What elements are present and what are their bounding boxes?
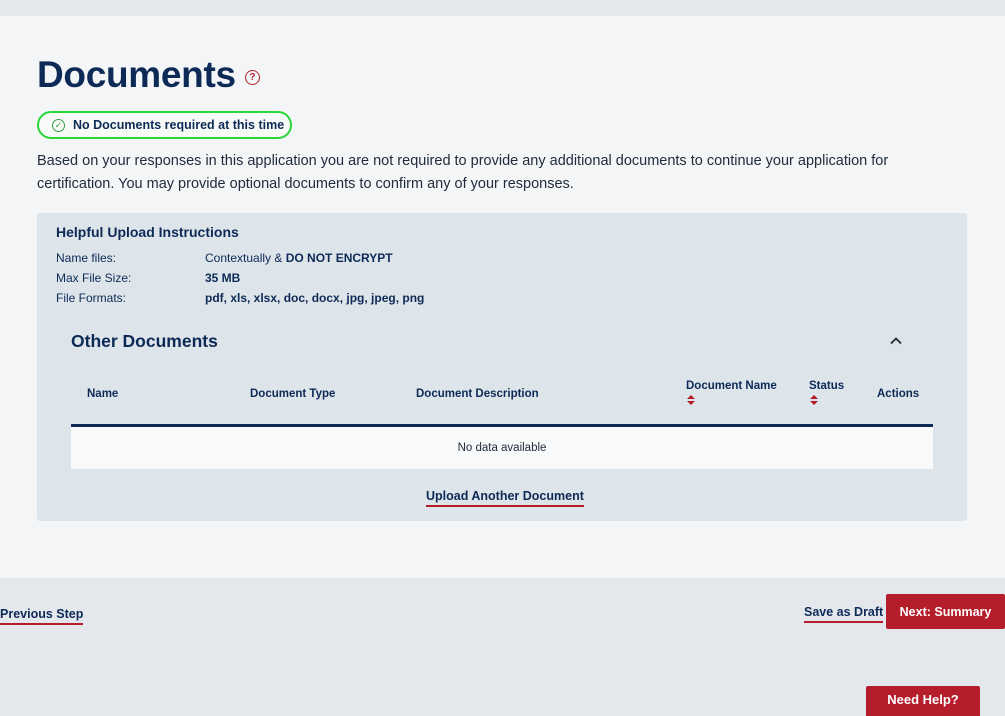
intro-line-1: Based on your responses in this applicat…: [37, 153, 889, 169]
instruction-label: File Formats:: [56, 291, 127, 305]
instruction-value: Contextually &: [205, 251, 286, 265]
instruction-label: Max File Size:: [56, 271, 132, 285]
table-header: Name Document Type Document Description …: [71, 374, 933, 427]
sort-icon[interactable]: [809, 394, 819, 406]
table-empty-state: No data available: [71, 427, 933, 469]
instruction-row-max-size: Max File Size: 35 MB: [56, 271, 240, 285]
upload-instructions: Helpful Upload Instructions Name files: C…: [37, 213, 967, 314]
instruction-row-name-files: Name files: Contextually & DO NOT ENCRYPT: [56, 251, 393, 265]
column-header-document-name-label: Document Name: [686, 380, 777, 392]
help-circle-icon[interactable]: ?: [244, 69, 260, 85]
intro-line-2: certification. You may provide optional …: [37, 176, 574, 192]
previous-step-link[interactable]: Previous Step: [0, 607, 84, 625]
upload-another-document-link[interactable]: Upload Another Document: [426, 489, 584, 507]
column-header-document-name[interactable]: Document Name: [686, 380, 777, 406]
instruction-value-strong: 35 MB: [205, 271, 241, 285]
sort-icon[interactable]: [686, 394, 696, 406]
instruction-value-strong: DO NOT ENCRYPT: [285, 251, 393, 265]
column-header-name[interactable]: Name: [87, 388, 118, 400]
page-title: Documents ?: [37, 54, 260, 96]
empty-state-text: No data available: [457, 442, 547, 454]
column-header-status-label: Status: [809, 380, 845, 392]
need-help-button[interactable]: Need Help?: [866, 686, 980, 716]
next-summary-button[interactable]: Next: Summary: [886, 594, 1005, 629]
status-badge: ✓ No Documents required at this time: [37, 111, 292, 139]
column-header-document-description[interactable]: Document Description: [416, 388, 539, 400]
instruction-row-file-formats: File Formats: pdf, xls, xlsx, doc, docx, …: [56, 291, 424, 305]
chevron-up-icon[interactable]: [889, 334, 903, 348]
column-header-status[interactable]: Status: [809, 380, 844, 406]
instruction-value-strong: pdf, xls, xlsx, doc, docx, jpg, jpeg, pn…: [205, 291, 425, 305]
check-circle-icon: ✓: [52, 118, 65, 132]
column-header-document-type[interactable]: Document Type: [250, 388, 335, 400]
upload-instructions-heading: Helpful Upload Instructions: [56, 224, 239, 240]
save-as-draft-link[interactable]: Save as Draft: [804, 605, 884, 623]
instruction-label: Name files:: [56, 251, 117, 265]
other-documents-title: Other Documents: [71, 331, 218, 351]
intro-text: Based on your responses in this applicat…: [37, 150, 937, 196]
status-badge-text: No Documents required at this time: [73, 118, 285, 132]
page-title-text: Documents: [37, 54, 236, 95]
column-header-actions: Actions: [877, 388, 920, 400]
other-documents-panel: Other Documents Name Document Type Docum…: [37, 314, 967, 521]
